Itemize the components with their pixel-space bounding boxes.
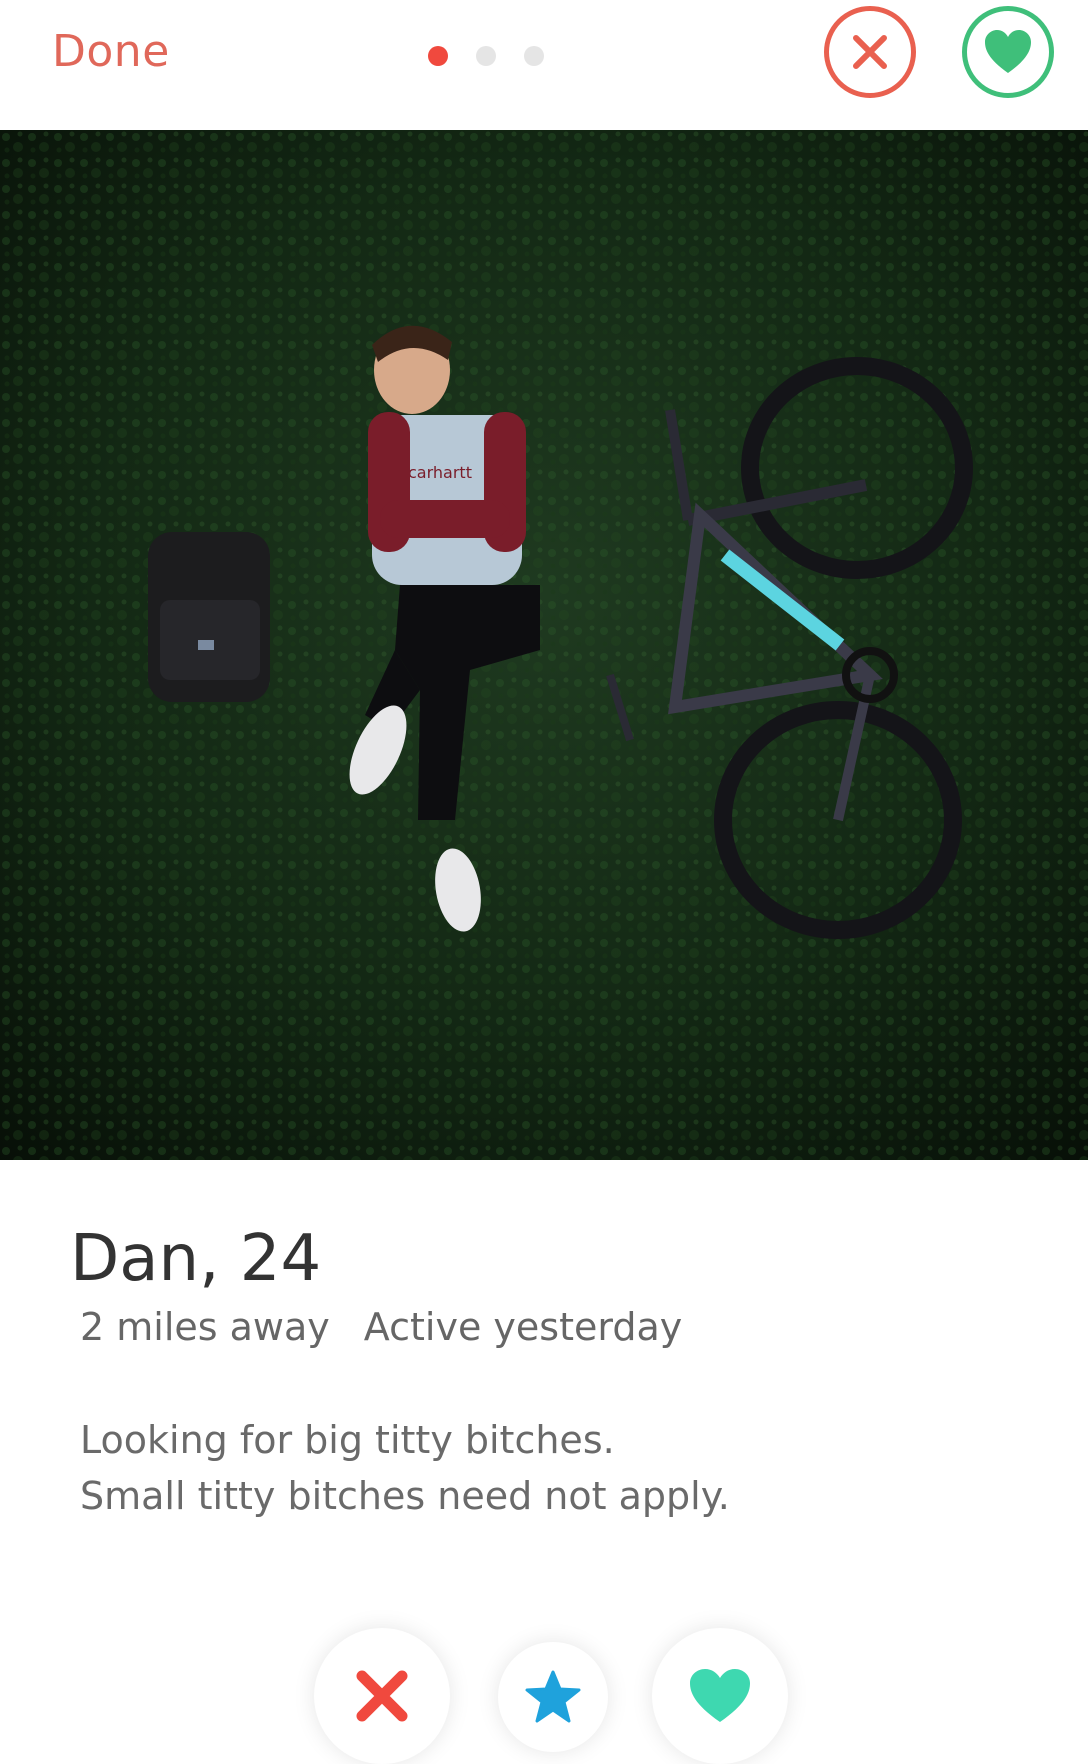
action-bar xyxy=(0,1620,1088,1764)
pager-dot-3[interactable] xyxy=(524,46,544,66)
heart-icon xyxy=(985,30,1031,73)
distance-text: 2 miles away xyxy=(80,1305,330,1349)
heart-icon xyxy=(690,1669,750,1722)
nope-button[interactable] xyxy=(314,1628,450,1764)
shirt-logo-text: carhartt xyxy=(408,463,472,482)
photo-pager xyxy=(428,46,544,66)
close-icon xyxy=(853,35,887,69)
profile-name-age: Dan, 24 xyxy=(70,1222,322,1296)
superlike-button[interactable] xyxy=(498,1642,608,1752)
pager-dot-1[interactable] xyxy=(428,46,448,66)
profile-photo[interactable]: carhartt xyxy=(0,130,1088,1160)
top-bar: Done xyxy=(0,0,1088,130)
bio-line: Looking for big titty bitches. xyxy=(80,1418,615,1462)
pager-dot-2[interactable] xyxy=(476,46,496,66)
x-icon xyxy=(356,1670,408,1722)
backpack xyxy=(148,532,270,702)
like-button[interactable] xyxy=(962,6,1054,98)
star-icon xyxy=(525,1670,581,1723)
profile-meta: 2 miles away Active yesterday xyxy=(80,1305,682,1349)
like-button-bottom[interactable] xyxy=(652,1628,788,1764)
profile-bio: Looking for big titty bitches. Small tit… xyxy=(80,1412,730,1524)
pass-button[interactable] xyxy=(824,6,916,98)
done-button[interactable]: Done xyxy=(52,26,170,77)
activity-text: Active yesterday xyxy=(363,1305,683,1349)
photo-image: carhartt xyxy=(0,130,1088,1160)
bio-line: Small titty bitches need not apply. xyxy=(80,1474,730,1518)
